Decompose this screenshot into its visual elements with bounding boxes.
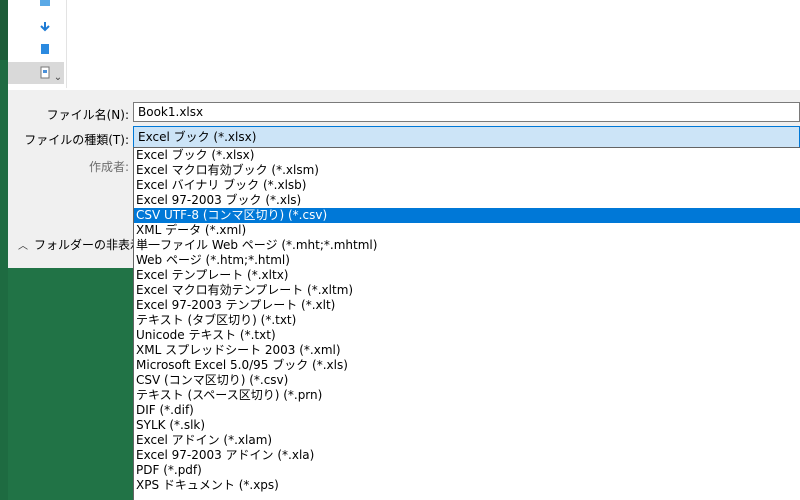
dropdown-option[interactable]: XML スプレッドシート 2003 (*.xml) [134,343,800,358]
dropdown-option[interactable]: SYLK (*.slk) [134,418,800,433]
dropdown-option[interactable]: Excel テンプレート (*.xltx) [134,268,800,283]
author-label: 作成者: [88,160,129,174]
dropdown-option[interactable]: Excel マクロ有効ブック (*.xlsm) [134,163,800,178]
dropdown-option[interactable]: Excel 97-2003 ブック (*.xls) [134,193,800,208]
filetype-label: ファイルの種類(T): [24,133,129,147]
dropdown-option[interactable]: CSV (コンマ区切り) (*.csv) [134,373,800,388]
filetype-dropdown-list[interactable]: Excel ブック (*.xlsx) Excel マクロ有効ブック (*.xlsm… [133,147,800,500]
dropdown-option[interactable]: PDF (*.pdf) [134,463,800,478]
dropdown-option[interactable]: Web ページ (*.htm;*.html) [134,253,800,268]
dropdown-option[interactable]: DIF (*.dif) [134,403,800,418]
filetype-select[interactable]: Excel ブック (*.xlsx) [133,126,800,148]
dropdown-option[interactable]: テキスト (タブ区切り) (*.txt) [134,313,800,328]
dropdown-option[interactable]: Excel ブック (*.xlsx) [134,148,800,163]
chevron-down-icon[interactable]: ⌄ [53,73,63,83]
excel-background-top [0,0,8,60]
dropdown-option[interactable]: Unicode テキスト (*.txt) [134,328,800,343]
dropdown-option[interactable]: XML データ (*.xml) [134,223,800,238]
dropdown-option[interactable]: Excel マクロ有効テンプレート (*.xltm) [134,283,800,298]
hide-folders-button[interactable]: ︿ フォルダーの非表示 [18,236,142,253]
excel-background-strip [0,0,8,500]
dropdown-option[interactable]: テキスト (スペース区切り) (*.prn) [134,388,800,403]
dropdown-option[interactable]: Excel 97-2003 テンプレート (*.xlt) [134,298,800,313]
folder-icon[interactable] [38,0,52,14]
dropdown-option[interactable]: Excel バイナリ ブック (*.xlsb) [134,178,800,193]
navigation-tree[interactable]: ⌄ [8,0,67,88]
hide-folders-label: フォルダーの非表示 [34,238,143,252]
dropdown-option[interactable]: Excel アドイン (*.xlam) [134,433,800,448]
document-icon[interactable] [38,66,52,80]
download-icon[interactable] [38,20,52,34]
filename-input[interactable]: Book1.xlsx [133,102,800,122]
music-icon[interactable] [38,42,52,56]
dropdown-option[interactable]: XPS ドキュメント (*.xps) [134,478,800,493]
filename-label: ファイル名(N): [46,108,129,122]
dropdown-option[interactable]: Excel 97-2003 アドイン (*.xla) [134,448,800,463]
chevron-up-icon: ︿ [18,241,28,252]
dropdown-option[interactable]: 単一ファイル Web ページ (*.mht;*.mhtml) [134,238,800,253]
dropdown-option[interactable]: Microsoft Excel 5.0/95 ブック (*.xls) [134,358,800,373]
dropdown-option[interactable]: CSV UTF-8 (コンマ区切り) (*.csv) [134,208,800,223]
